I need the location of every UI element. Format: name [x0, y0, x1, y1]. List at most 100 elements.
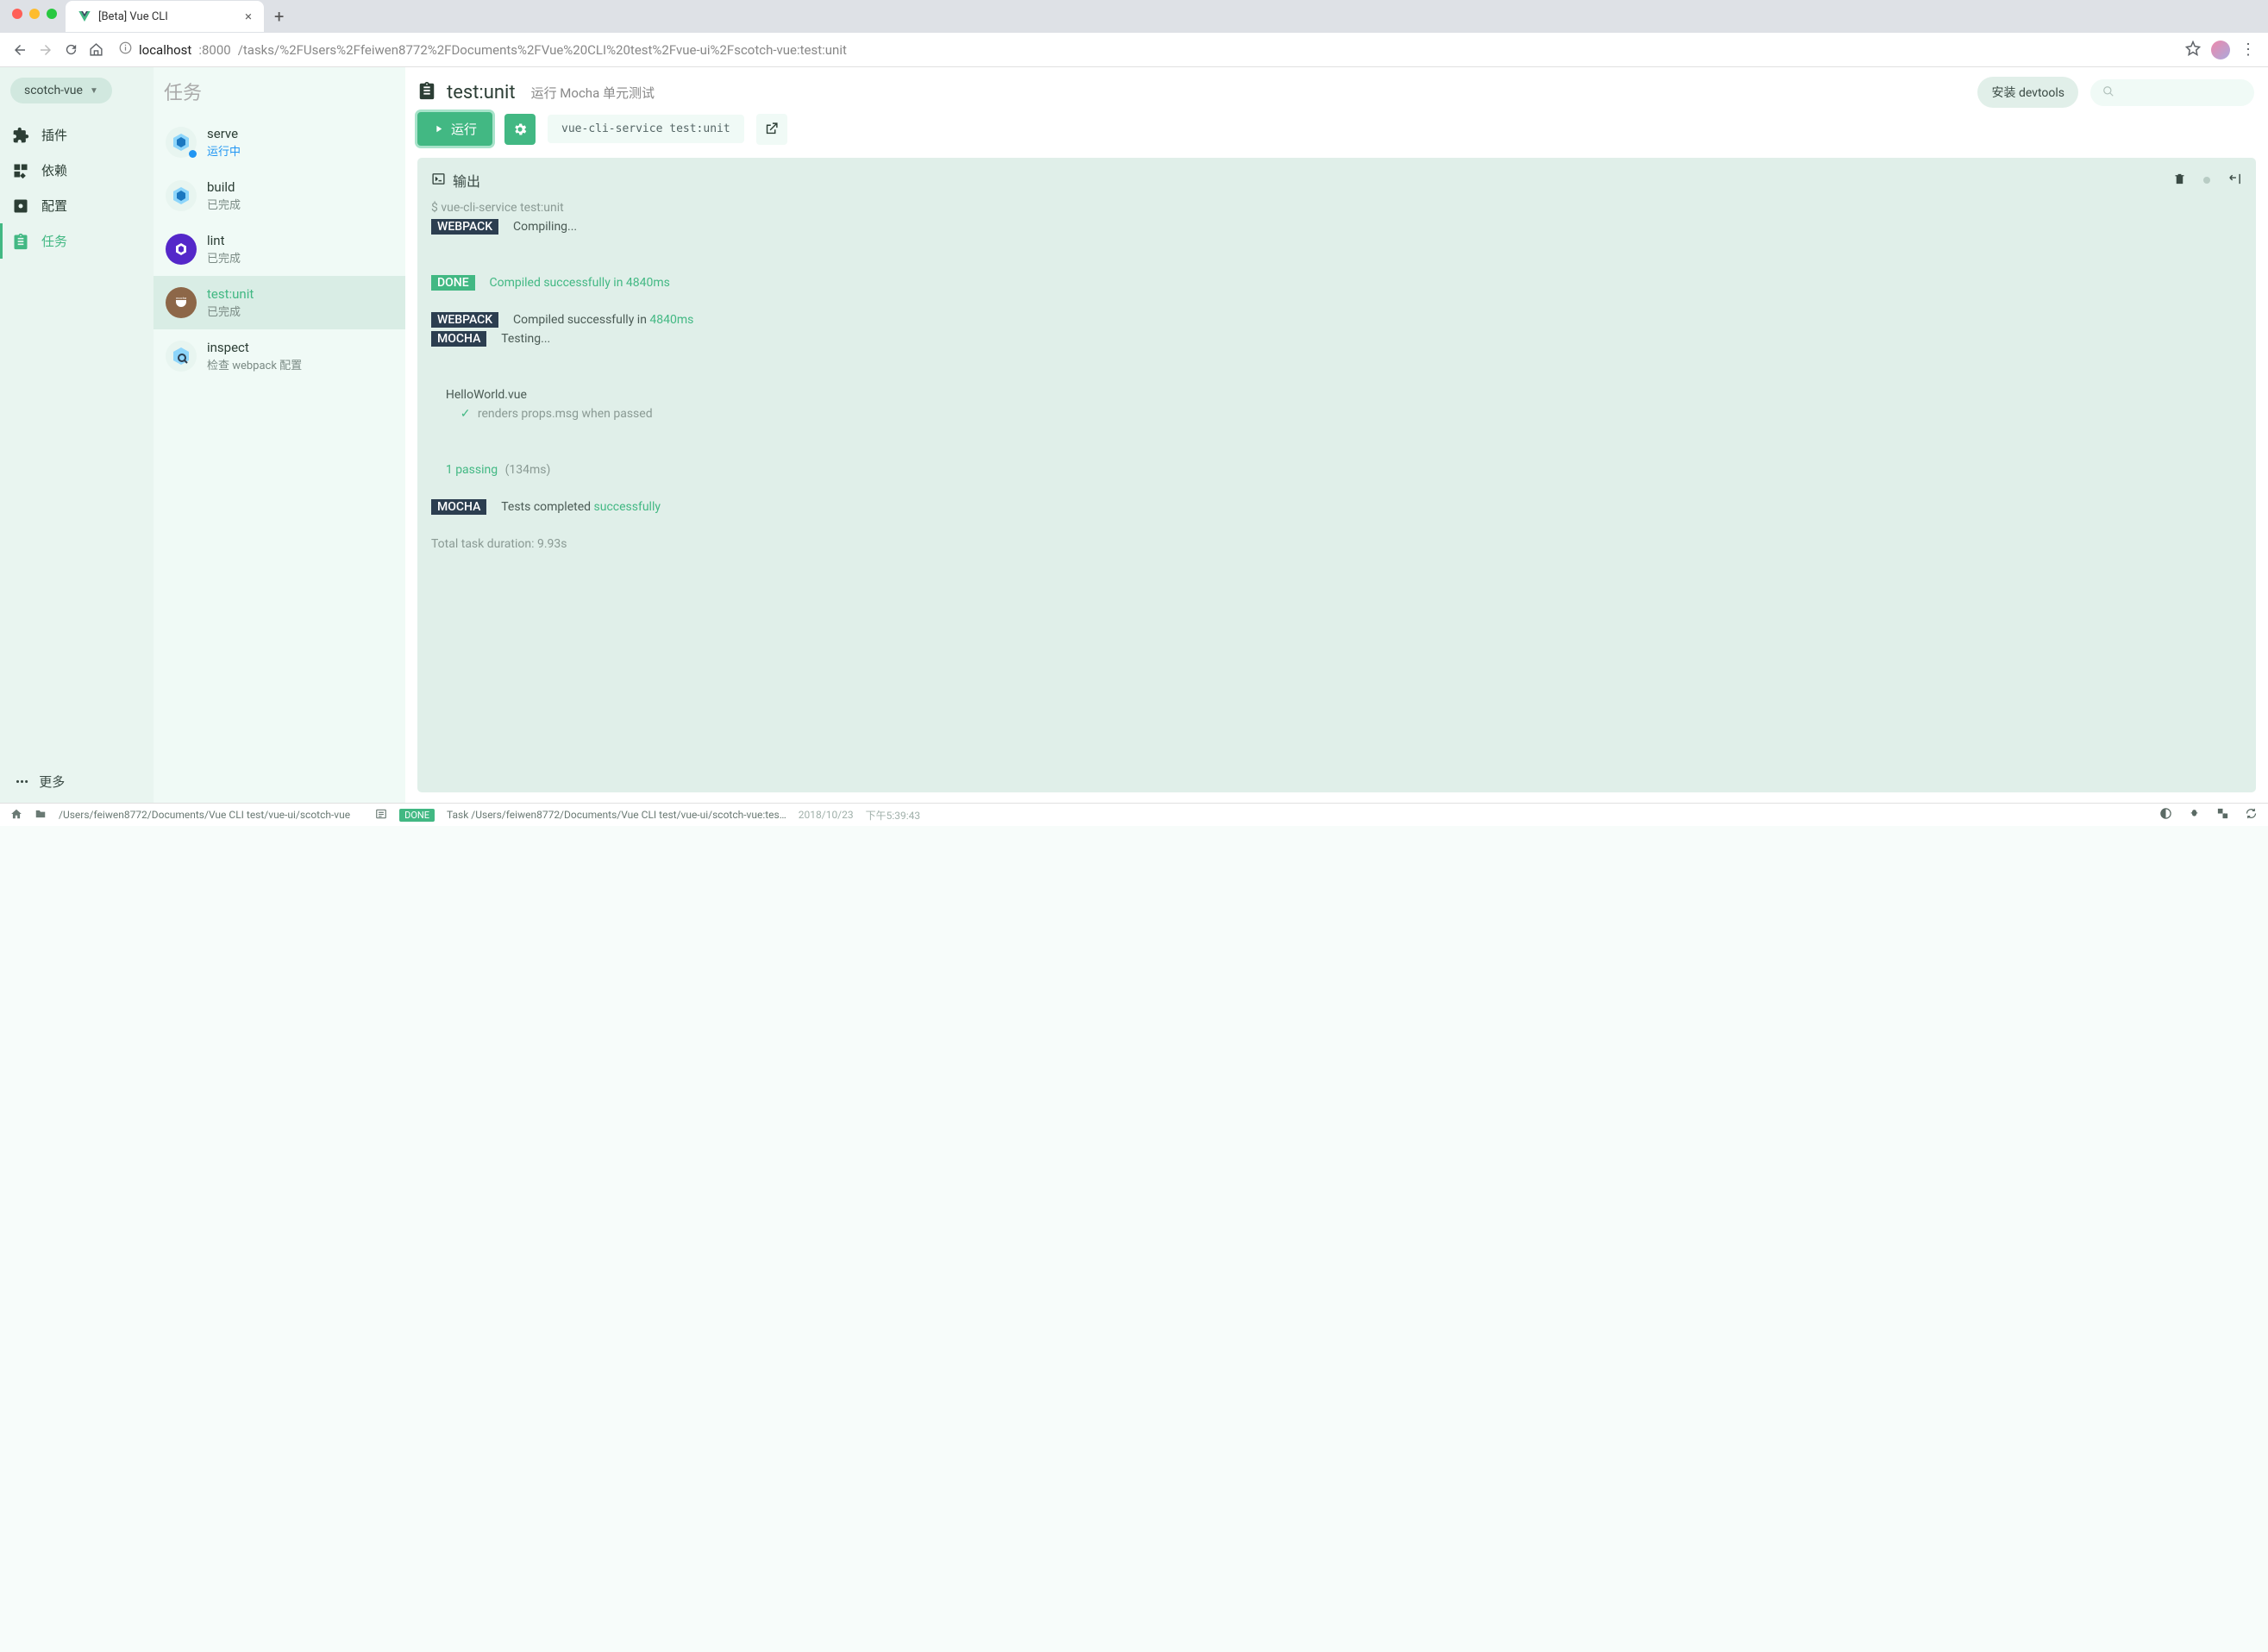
address-bar: localhost:8000/tasks/%2FUsers%2Ffeiwen87…: [0, 33, 2268, 67]
browser-menu-icon[interactable]: ⋮: [2240, 41, 2256, 59]
task-name: lint: [207, 233, 241, 248]
tab-bar: [Beta] Vue CLI × +: [0, 0, 2268, 33]
search-icon: [2102, 84, 2115, 101]
webpack-icon: [166, 180, 197, 211]
play-icon: [433, 123, 444, 135]
task-name: build: [207, 179, 241, 195]
search-input[interactable]: [2090, 79, 2254, 106]
tab-title: [Beta] Vue CLI: [98, 10, 168, 23]
output-title: 输出: [453, 170, 480, 191]
status-date: 2018/10/23: [799, 809, 854, 821]
output-status-dot: [2203, 177, 2210, 184]
task-name: test:unit: [207, 286, 254, 302]
reload-button[interactable]: [64, 42, 78, 57]
home-icon[interactable]: [10, 808, 22, 823]
run-button[interactable]: 运行: [417, 112, 492, 146]
puzzle-icon: [12, 127, 29, 144]
clipboard-icon: [417, 81, 436, 103]
project-selector[interactable]: scotch-vue ▼: [10, 78, 112, 103]
more-label: 更多: [39, 773, 65, 791]
gear-icon: [512, 122, 528, 137]
task-name: serve: [207, 126, 241, 141]
task-item-serve[interactable]: serve 运行中: [153, 116, 405, 169]
bug-icon[interactable]: [2188, 807, 2201, 823]
sidebar-label: 任务: [41, 232, 67, 250]
window-controls: [0, 0, 69, 28]
sidebar-label: 配置: [41, 197, 67, 215]
sidebar-label: 依赖: [41, 161, 67, 179]
status-time: 下午5:39:43: [866, 808, 921, 823]
browser-tab[interactable]: [Beta] Vue CLI ×: [66, 1, 264, 32]
profile-avatar[interactable]: [2211, 41, 2230, 59]
clear-output-button[interactable]: [2173, 172, 2186, 189]
sidebar-item-tasks[interactable]: 任务: [0, 223, 153, 259]
task-status: 运行中: [207, 142, 241, 159]
run-label: 运行: [451, 120, 477, 138]
settings-button[interactable]: [504, 114, 536, 145]
page-title: 任务: [164, 78, 202, 105]
running-indicator: [189, 150, 197, 158]
command-text: vue-cli-service test:unit: [548, 115, 744, 143]
scroll-bottom-button[interactable]: [2227, 172, 2242, 190]
project-path: /Users/feiwen8772/Documents/Vue CLI test…: [59, 809, 350, 821]
task-description: 运行 Mocha 单元测试: [531, 84, 655, 102]
task-item-inspect[interactable]: inspect 检查 webpack 配置: [153, 329, 405, 383]
install-devtools-button[interactable]: 安装 devtools: [1977, 77, 2078, 108]
sidebar-item-config[interactable]: 配置: [0, 188, 153, 223]
status-bar: /Users/feiwen8772/Documents/Vue CLI test…: [0, 803, 2268, 826]
folder-icon[interactable]: [34, 808, 47, 823]
site-info-icon[interactable]: [119, 41, 132, 58]
task-item-build[interactable]: build 已完成: [153, 169, 405, 222]
terminal-output[interactable]: $ vue-cli-service test:unit WEBPACK Comp…: [431, 199, 2242, 554]
vue-favicon-icon: [78, 9, 91, 23]
url-path: /tasks/%2FUsers%2Ffeiwen8772%2FDocuments…: [238, 42, 847, 58]
widgets-icon: [12, 162, 29, 179]
chevron-down-icon: ▼: [90, 86, 98, 96]
forward-button[interactable]: [38, 42, 53, 58]
new-tab-button[interactable]: +: [274, 6, 284, 27]
sidebar-item-deps[interactable]: 依赖: [0, 153, 153, 188]
eslint-icon: [166, 234, 197, 265]
translate-icon[interactable]: [2216, 807, 2229, 823]
dots-icon: •••: [16, 774, 28, 790]
browser-chrome: [Beta] Vue CLI × + localhost:8000/tasks/…: [0, 0, 2268, 67]
refresh-icon[interactable]: [2245, 807, 2258, 823]
back-button[interactable]: [12, 42, 28, 58]
output-panel: 输出 $ vue-cli-service test:unit WEBPACK C…: [417, 158, 2256, 792]
sidebar-label: 插件: [41, 126, 67, 144]
url-field[interactable]: localhost:8000/tasks/%2FUsers%2Ffeiwen87…: [114, 38, 2175, 61]
close-tab-icon[interactable]: ×: [245, 9, 252, 24]
task-list: serve 运行中 build 已完成 lint 已完成 mocha: [153, 67, 405, 803]
log-icon[interactable]: [375, 808, 387, 823]
sidebar-item-plugins[interactable]: 插件: [0, 117, 153, 153]
sidebar-more[interactable]: ••• 更多: [0, 760, 153, 803]
task-status: 已完成: [207, 196, 241, 212]
svg-text:mocha: mocha: [176, 296, 186, 300]
task-item-test-unit[interactable]: mocha test:unit 已完成: [153, 276, 405, 329]
bookmark-star-icon[interactable]: [2185, 41, 2201, 59]
dark-mode-icon[interactable]: [2159, 807, 2172, 823]
task-status: 已完成: [207, 303, 254, 319]
maximize-window[interactable]: [47, 9, 57, 19]
status-done-badge: DONE: [399, 809, 435, 822]
close-window[interactable]: [12, 9, 22, 19]
task-status: 已完成: [207, 249, 241, 266]
task-item-lint[interactable]: lint 已完成: [153, 222, 405, 276]
settings-app-icon: [12, 197, 29, 215]
open-external-button[interactable]: [756, 114, 787, 145]
minimize-window[interactable]: [29, 9, 40, 19]
home-button[interactable]: [89, 42, 103, 57]
task-status: 检查 webpack 配置: [207, 356, 302, 372]
terminal-icon: [431, 172, 446, 190]
task-name: inspect: [207, 340, 302, 355]
status-task-msg: Task /Users/feiwen8772/Documents/Vue CLI…: [447, 809, 786, 821]
mocha-icon: mocha: [166, 287, 197, 318]
task-title: test:unit: [447, 82, 516, 103]
project-name: scotch-vue: [24, 84, 83, 97]
url-port: :8000: [198, 42, 230, 58]
header-right: 安装 devtools: [1977, 77, 2254, 108]
webpack-icon: [166, 127, 197, 158]
task-detail: test:unit 运行 Mocha 单元测试 运行 vue-cli-servi…: [405, 67, 2268, 803]
sidebar: scotch-vue ▼ 插件 依赖 配置 任务 ••• 更多: [0, 67, 153, 803]
clipboard-icon: [12, 233, 29, 250]
